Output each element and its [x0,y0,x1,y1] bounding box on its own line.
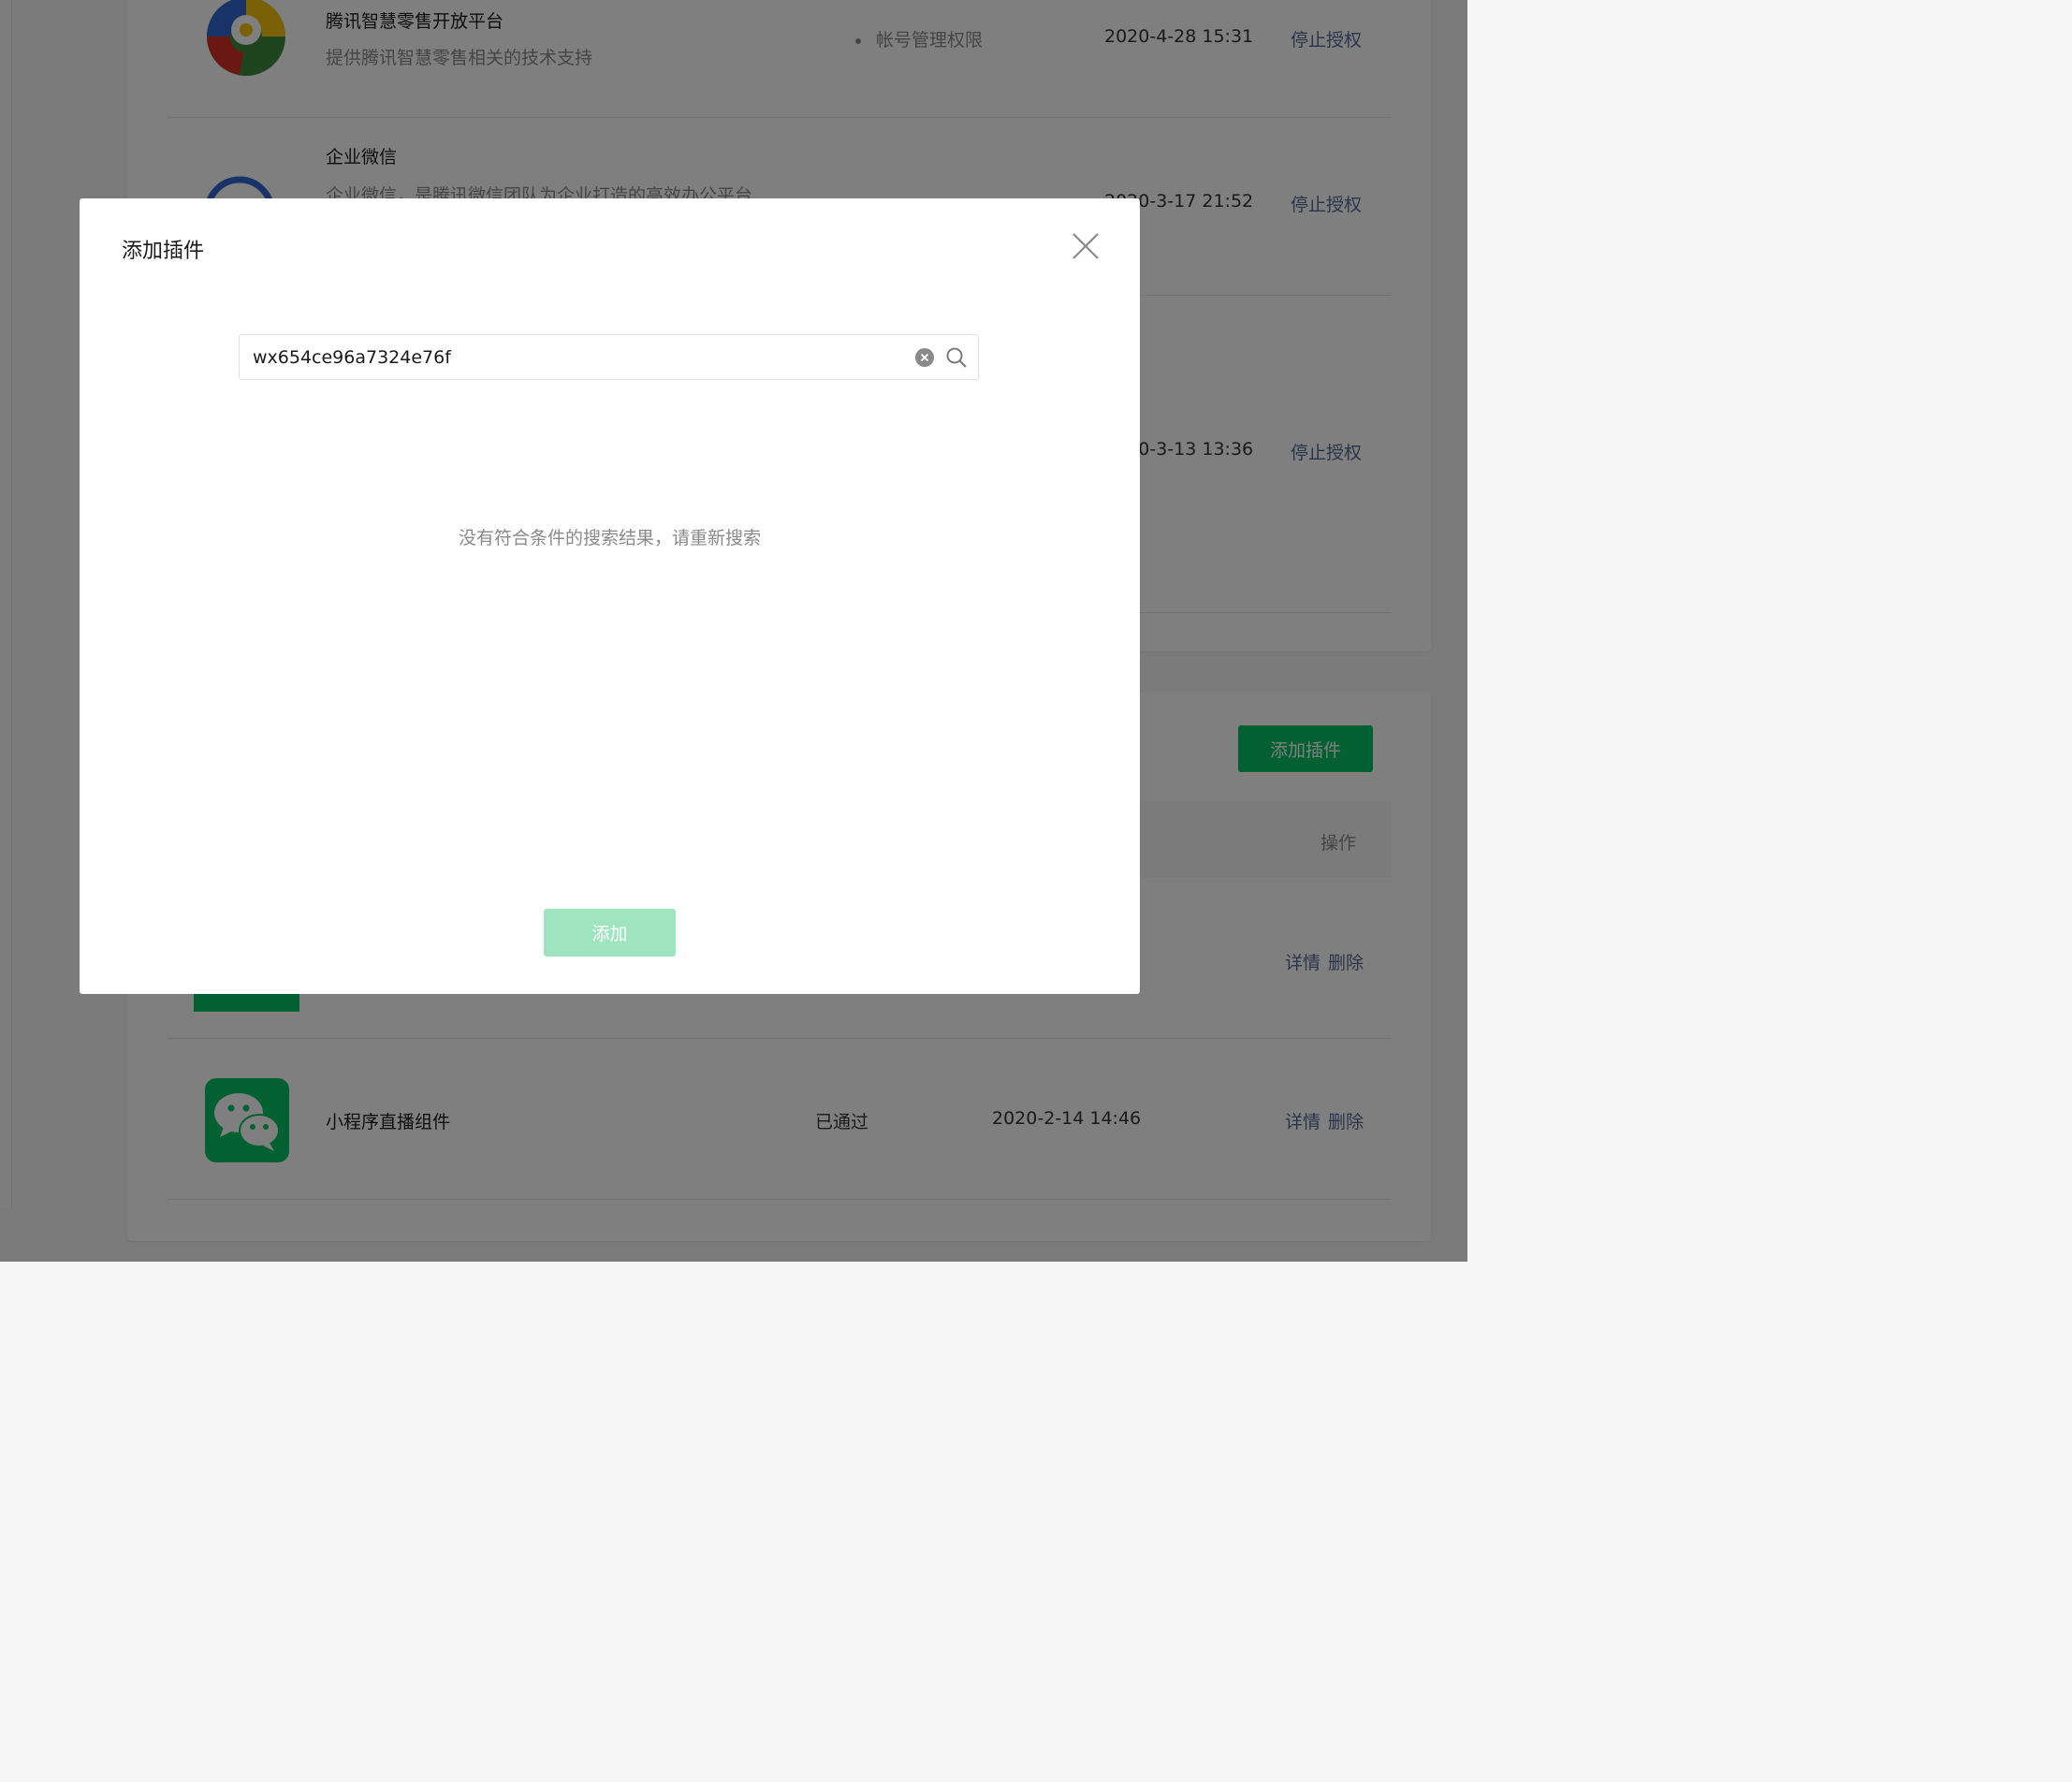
close-icon[interactable] [1070,230,1102,262]
plugin-search-input[interactable] [253,335,898,379]
search-icon[interactable] [945,346,968,369]
dialog-title: 添加插件 [122,240,205,263]
add-plugin-dialog: 添加插件 没有符合条件的搜索结果，请重新搜索 添加 [80,198,1140,994]
add-button[interactable]: 添加 [544,909,676,957]
clear-icon[interactable] [915,348,934,367]
plugin-search-box [239,334,979,380]
empty-result-message: 没有符合条件的搜索结果，请重新搜索 [458,528,761,548]
